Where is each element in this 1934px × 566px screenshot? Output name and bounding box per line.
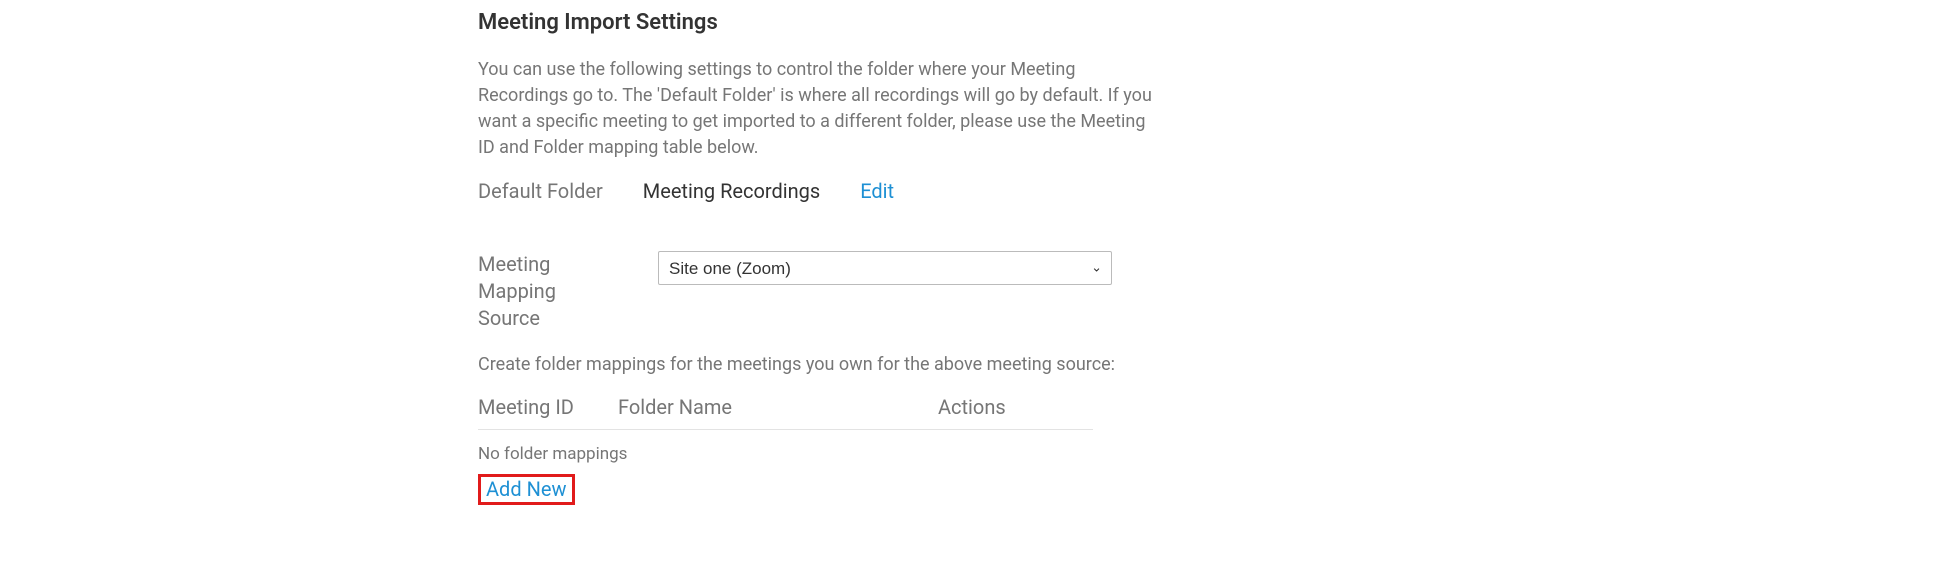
mapping-source-select[interactable]: Site one (Zoom) <box>658 251 1112 285</box>
page-title: Meeting Import Settings <box>478 10 1378 35</box>
settings-description: You can use the following settings to co… <box>478 57 1158 161</box>
add-new-link[interactable]: Add New <box>486 477 566 501</box>
default-folder-label: Default Folder <box>478 179 603 203</box>
folder-mapping-table: Meeting ID Folder Name Actions No folder… <box>478 395 1093 474</box>
mapping-source-row: Meeting Mapping Source Site one (Zoom) ⌄ <box>478 251 1378 332</box>
edit-default-folder-link[interactable]: Edit <box>860 179 894 203</box>
mapping-source-label: Meeting Mapping Source <box>478 251 588 332</box>
default-folder-row: Default Folder Meeting Recordings Edit <box>478 179 1378 203</box>
add-new-highlight: Add New <box>478 474 575 505</box>
col-header-meeting-id: Meeting ID <box>478 395 618 419</box>
default-folder-value: Meeting Recordings <box>643 179 820 203</box>
table-empty-message: No folder mappings <box>478 430 1093 474</box>
mapping-info-text: Create folder mappings for the meetings … <box>478 354 1378 375</box>
col-header-folder-name: Folder Name <box>618 395 938 419</box>
table-header-row: Meeting ID Folder Name Actions <box>478 395 1093 430</box>
col-header-actions: Actions <box>938 395 1088 419</box>
